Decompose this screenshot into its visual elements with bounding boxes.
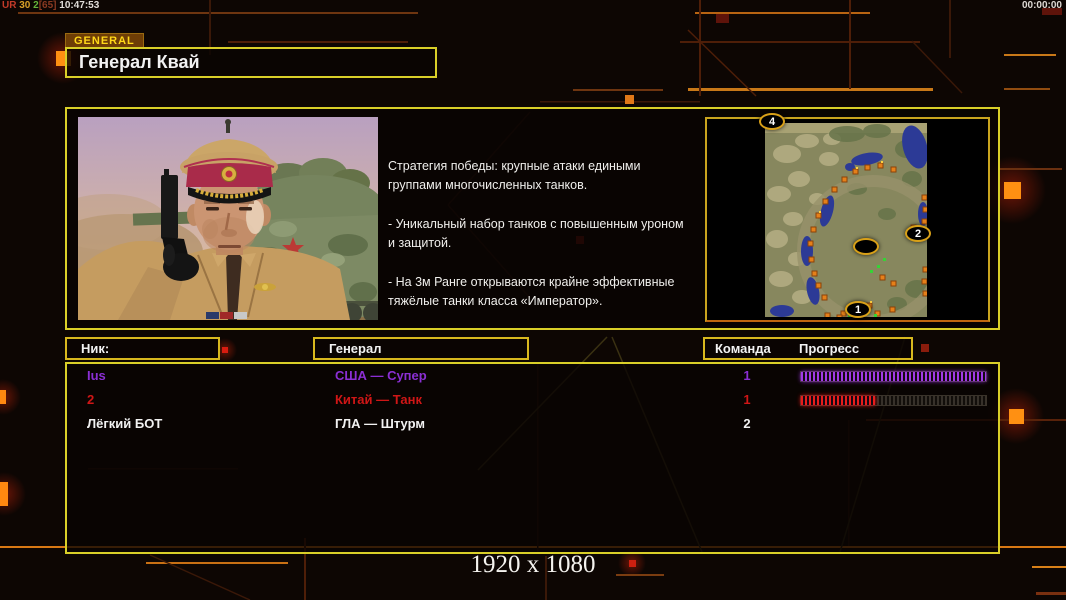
general-portrait [78,117,378,320]
player-name: Ius [87,368,106,383]
briefing-paragraph: - Уникальный набор танков с повышенным у… [388,216,684,251]
briefing-paragraph: Стратегия победы: крупные атаки едиными … [388,159,641,193]
progress-bar [800,371,987,382]
session-part: 30 [16,0,31,11]
map-start-position-4: 4 [759,113,785,130]
briefing-paragraph: - На 3м Ранге открываются крайне эффекти… [388,274,675,308]
column-header-team: Команда [715,341,771,356]
resolution-label: 1920 x 1080 [470,551,596,578]
player-name: 2 [87,392,95,407]
player-row: 2 Китай — Танк 1 [67,390,998,410]
player-team: 2 [743,416,751,431]
progress-bar [800,395,987,406]
player-general: ГЛА — Штурм [335,416,425,431]
player-general: Китай — Танк [335,392,422,407]
session-part: 2 [30,0,39,11]
progress-bar-fill [801,372,986,381]
column-header-nick: Ник: [65,337,220,360]
player-general: США — Супер [335,368,427,383]
player-team: 1 [743,368,751,383]
minimap-image [707,119,988,320]
general-tab-label: GENERAL [65,33,144,48]
session-part: 10:47:53 [56,0,100,11]
loading-screen: UR 30 2[65] 10:47:53 00:00:00 GENERAL Ге… [0,0,1066,600]
strategy-briefing: Стратегия победы: крупные атаки едиными … [388,157,724,330]
player-roster-panel: Ius США — Супер 1 2 Китай — Танк 1 Лёгки… [65,362,1000,554]
column-header-team-progress: Команда Прогресс [703,337,913,360]
player-name: Лёгкий БОТ [87,416,163,431]
session-part: UR [2,0,17,11]
player-row: Ius США — Супер 1 [67,366,998,386]
column-header-general: Генерал [313,337,529,360]
minimap: 4 2 1 [705,113,990,322]
match-timer: 00:00:00 [1021,0,1062,11]
session-part: [65] [38,0,57,11]
map-start-position-2: 2 [905,225,931,242]
map-start-position-1: 1 [845,301,871,318]
session-info-overlay: UR 30 2[65] 10:47:53 [2,0,99,11]
player-row: Лёгкий БОТ ГЛА — Штурм 2 [67,414,998,434]
player-team: 1 [743,392,751,407]
progress-bar-fill [801,396,875,405]
map-start-position-oval [853,238,879,255]
page-title: Генерал Квай [65,47,437,78]
column-header-progress: Прогресс [799,341,860,356]
